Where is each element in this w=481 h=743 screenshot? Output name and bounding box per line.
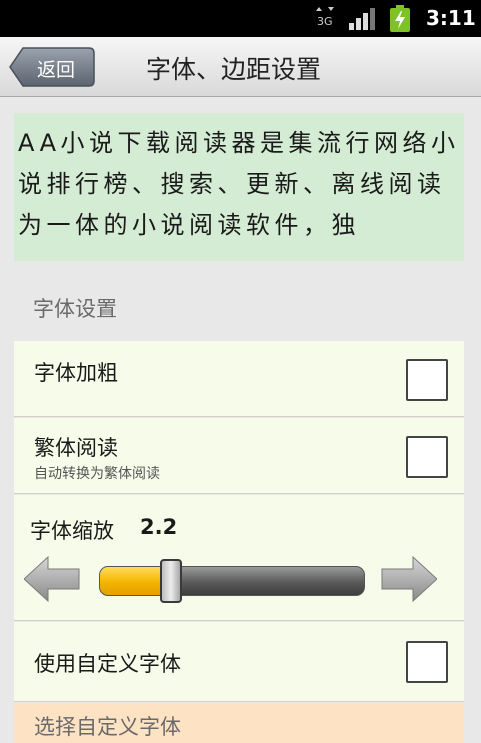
custom-font-checkbox[interactable]: [406, 641, 448, 683]
custom-font-label: 使用自定义字体: [34, 652, 181, 676]
battery-charging-icon: [390, 5, 410, 32]
choose-custom-font-row[interactable]: 选择自定义字体: [14, 703, 464, 743]
traditional-checkbox[interactable]: [406, 436, 448, 478]
network-3g-icon: 3G: [316, 7, 334, 28]
status-bar: 3G 3:11: [0, 0, 481, 37]
decrease-arrow-icon[interactable]: [24, 556, 80, 602]
zoom-slider-thumb[interactable]: [160, 559, 182, 603]
choose-custom-font-label: 选择自定义字体: [34, 715, 181, 739]
title-bar: 返回 字体、边距设置: [0, 37, 481, 97]
bold-label: 字体加粗: [34, 361, 118, 385]
svg-text:3G: 3G: [317, 15, 333, 28]
clock: 3:11: [426, 6, 476, 30]
traditional-label: 繁体阅读: [34, 436, 118, 460]
traditional-sublabel: 自动转换为繁体阅读: [34, 466, 160, 482]
back-button-label: 返回: [37, 59, 76, 81]
section-title-font-settings: 字体设置: [33, 297, 117, 321]
page-title: 字体、边距设置: [146, 55, 322, 84]
zoom-label: 字体缩放: [30, 519, 114, 543]
setting-row-traditional[interactable]: 繁体阅读 自动转换为繁体阅读: [14, 418, 464, 494]
setting-row-custom-font[interactable]: 使用自定义字体: [14, 622, 464, 702]
signal-icon: [349, 8, 375, 30]
preview-text: AA小说下载阅读器是集流行网络小说排行榜、搜索、更新、离线阅读为一体的小说阅读软…: [18, 129, 460, 239]
setting-row-bold[interactable]: 字体加粗: [14, 341, 464, 417]
back-button[interactable]: 返回: [9, 47, 95, 87]
zoom-value: 2.2: [140, 515, 178, 539]
bold-checkbox[interactable]: [406, 359, 448, 401]
zoom-slider-track[interactable]: [99, 566, 365, 596]
text-preview: AA小说下载阅读器是集流行网络小说排行榜、搜索、更新、离线阅读为一体的小说阅读软…: [14, 113, 464, 261]
increase-arrow-icon[interactable]: [381, 556, 437, 602]
setting-row-zoom: 字体缩放 2.2: [14, 495, 464, 621]
